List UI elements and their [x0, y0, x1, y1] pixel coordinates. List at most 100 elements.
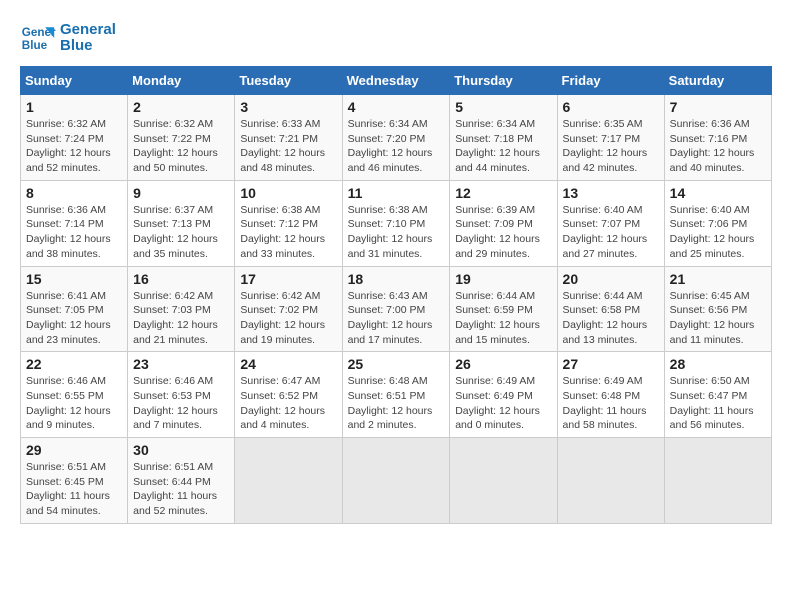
day-number: 10 — [240, 185, 336, 201]
day-of-week-header: Sunday — [21, 67, 128, 95]
day-number: 7 — [670, 99, 766, 115]
day-number: 25 — [348, 356, 445, 372]
logo: General Blue GeneralBlue — [20, 20, 116, 56]
day-number: 30 — [133, 442, 229, 458]
day-number: 12 — [455, 185, 551, 201]
calendar-day-cell: 16 Sunrise: 6:42 AM Sunset: 7:03 PM Dayli… — [128, 266, 235, 352]
day-number: 8 — [26, 185, 122, 201]
calendar-day-cell: 7 Sunrise: 6:36 AM Sunset: 7:16 PM Daylig… — [664, 95, 771, 181]
day-info: Sunrise: 6:36 AM Sunset: 7:16 PM Dayligh… — [670, 117, 766, 176]
day-info: Sunrise: 6:32 AM Sunset: 7:22 PM Dayligh… — [133, 117, 229, 176]
day-number: 9 — [133, 185, 229, 201]
calendar-day-cell: 15Sunrise: 6:41 AM Sunset: 7:05 PM Dayli… — [21, 266, 128, 352]
day-number: 3 — [240, 99, 336, 115]
day-info: Sunrise: 6:47 AM Sunset: 6:52 PM Dayligh… — [240, 374, 336, 433]
calendar-day-cell: 17Sunrise: 6:42 AM Sunset: 7:02 PM Dayli… — [235, 266, 342, 352]
day-number: 18 — [348, 271, 445, 287]
day-info: Sunrise: 6:39 AM Sunset: 7:09 PM Dayligh… — [455, 203, 551, 262]
day-number: 21 — [670, 271, 766, 287]
day-info: Sunrise: 6:42 AM Sunset: 7:02 PM Dayligh… — [240, 289, 336, 348]
day-info: Sunrise: 6:44 AM Sunset: 6:58 PM Dayligh… — [563, 289, 659, 348]
day-number: 20 — [563, 271, 659, 287]
day-of-week-header: Tuesday — [235, 67, 342, 95]
calendar-day-cell: 12 Sunrise: 6:39 AM Sunset: 7:09 PM Dayli… — [450, 180, 557, 266]
calendar-day-cell: 20 Sunrise: 6:44 AM Sunset: 6:58 PM Dayli… — [557, 266, 664, 352]
calendar-day-cell: 29Sunrise: 6:51 AM Sunset: 6:45 PM Dayli… — [21, 438, 128, 524]
calendar-day-cell: 6 Sunrise: 6:35 AM Sunset: 7:17 PM Daylig… — [557, 95, 664, 181]
calendar-day-cell: 19 Sunrise: 6:44 AM Sunset: 6:59 PM Dayli… — [450, 266, 557, 352]
day-info: Sunrise: 6:48 AM Sunset: 6:51 PM Dayligh… — [348, 374, 445, 433]
day-number: 22 — [26, 356, 122, 372]
calendar-week-row: 8Sunrise: 6:36 AM Sunset: 7:14 PM Daylig… — [21, 180, 772, 266]
calendar-week-row: 15Sunrise: 6:41 AM Sunset: 7:05 PM Dayli… — [21, 266, 772, 352]
day-info: Sunrise: 6:42 AM Sunset: 7:03 PM Dayligh… — [133, 289, 229, 348]
day-number: 26 — [455, 356, 551, 372]
calendar-day-cell: 27Sunrise: 6:49 AM Sunset: 6:48 PM Dayli… — [557, 352, 664, 438]
calendar-day-cell: 28 Sunrise: 6:50 AM Sunset: 6:47 PM Dayli… — [664, 352, 771, 438]
calendar-day-cell: 10 Sunrise: 6:38 AM Sunset: 7:12 PM Dayli… — [235, 180, 342, 266]
day-of-week-header: Monday — [128, 67, 235, 95]
day-info: Sunrise: 6:38 AM Sunset: 7:10 PM Dayligh… — [348, 203, 445, 262]
calendar-day-cell: 26 Sunrise: 6:49 AM Sunset: 6:49 PM Dayli… — [450, 352, 557, 438]
calendar-day-cell: 13 Sunrise: 6:40 AM Sunset: 7:07 PM Dayli… — [557, 180, 664, 266]
day-info: Sunrise: 6:32 AM Sunset: 7:24 PM Dayligh… — [26, 117, 122, 176]
day-info: Sunrise: 6:33 AM Sunset: 7:21 PM Dayligh… — [240, 117, 336, 176]
day-number: 27 — [563, 356, 659, 372]
day-number: 6 — [563, 99, 659, 115]
calendar-day-cell: 22Sunrise: 6:46 AM Sunset: 6:55 PM Dayli… — [21, 352, 128, 438]
day-of-week-header: Thursday — [450, 67, 557, 95]
day-info: Sunrise: 6:51 AM Sunset: 6:44 PM Dayligh… — [133, 460, 229, 519]
calendar-week-row: 22Sunrise: 6:46 AM Sunset: 6:55 PM Dayli… — [21, 352, 772, 438]
day-number: 2 — [133, 99, 229, 115]
day-info: Sunrise: 6:43 AM Sunset: 7:00 PM Dayligh… — [348, 289, 445, 348]
day-info: Sunrise: 6:45 AM Sunset: 6:56 PM Dayligh… — [670, 289, 766, 348]
day-info: Sunrise: 6:40 AM Sunset: 7:06 PM Dayligh… — [670, 203, 766, 262]
day-info: Sunrise: 6:34 AM Sunset: 7:20 PM Dayligh… — [348, 117, 445, 176]
calendar-day-cell: 3 Sunrise: 6:33 AM Sunset: 7:21 PM Daylig… — [235, 95, 342, 181]
calendar-day-cell: 5Sunrise: 6:34 AM Sunset: 7:18 PM Daylig… — [450, 95, 557, 181]
header-row: SundayMondayTuesdayWednesdayThursdayFrid… — [21, 67, 772, 95]
calendar-day-cell: 25 Sunrise: 6:48 AM Sunset: 6:51 PM Dayli… — [342, 352, 450, 438]
day-info: Sunrise: 6:35 AM Sunset: 7:17 PM Dayligh… — [563, 117, 659, 176]
day-number: 5 — [455, 99, 551, 115]
calendar-day-cell: 24 Sunrise: 6:47 AM Sunset: 6:52 PM Dayli… — [235, 352, 342, 438]
day-number: 24 — [240, 356, 336, 372]
calendar-table: SundayMondayTuesdayWednesdayThursdayFrid… — [20, 66, 772, 524]
day-of-week-header: Friday — [557, 67, 664, 95]
calendar-day-cell: 9Sunrise: 6:37 AM Sunset: 7:13 PM Daylig… — [128, 180, 235, 266]
day-info: Sunrise: 6:49 AM Sunset: 6:49 PM Dayligh… — [455, 374, 551, 433]
day-number: 13 — [563, 185, 659, 201]
day-info: Sunrise: 6:38 AM Sunset: 7:12 PM Dayligh… — [240, 203, 336, 262]
day-info: Sunrise: 6:50 AM Sunset: 6:47 PM Dayligh… — [670, 374, 766, 433]
day-of-week-header: Saturday — [664, 67, 771, 95]
day-info: Sunrise: 6:40 AM Sunset: 7:07 PM Dayligh… — [563, 203, 659, 262]
svg-text:Blue: Blue — [22, 39, 48, 52]
calendar-day-cell: 1 Sunrise: 6:32 AM Sunset: 7:24 PM Daylig… — [21, 95, 128, 181]
calendar-day-cell: 8Sunrise: 6:36 AM Sunset: 7:14 PM Daylig… — [21, 180, 128, 266]
day-number: 23 — [133, 356, 229, 372]
calendar-day-cell: 2 Sunrise: 6:32 AM Sunset: 7:22 PM Daylig… — [128, 95, 235, 181]
calendar-day-cell: 14 Sunrise: 6:40 AM Sunset: 7:06 PM Dayli… — [664, 180, 771, 266]
calendar-day-cell — [557, 438, 664, 524]
day-number: 14 — [670, 185, 766, 201]
day-of-week-header: Wednesday — [342, 67, 450, 95]
day-number: 15 — [26, 271, 122, 287]
calendar-week-row: 29Sunrise: 6:51 AM Sunset: 6:45 PM Dayli… — [21, 438, 772, 524]
calendar-day-cell — [450, 438, 557, 524]
calendar-day-cell — [342, 438, 450, 524]
day-info: Sunrise: 6:46 AM Sunset: 6:53 PM Dayligh… — [133, 374, 229, 433]
calendar-day-cell: 4Sunrise: 6:34 AM Sunset: 7:20 PM Daylig… — [342, 95, 450, 181]
calendar-day-cell: 18 Sunrise: 6:43 AM Sunset: 7:00 PM Dayli… — [342, 266, 450, 352]
day-info: Sunrise: 6:44 AM Sunset: 6:59 PM Dayligh… — [455, 289, 551, 348]
calendar-day-cell: 11Sunrise: 6:38 AM Sunset: 7:10 PM Dayli… — [342, 180, 450, 266]
day-number: 1 — [26, 99, 122, 115]
day-number: 29 — [26, 442, 122, 458]
calendar-day-cell: 30 Sunrise: 6:51 AM Sunset: 6:44 PM Dayli… — [128, 438, 235, 524]
day-number: 19 — [455, 271, 551, 287]
day-number: 16 — [133, 271, 229, 287]
calendar-day-cell: 23 Sunrise: 6:46 AM Sunset: 6:53 PM Dayli… — [128, 352, 235, 438]
calendar-day-cell: 21 Sunrise: 6:45 AM Sunset: 6:56 PM Dayli… — [664, 266, 771, 352]
calendar-week-row: 1 Sunrise: 6:32 AM Sunset: 7:24 PM Daylig… — [21, 95, 772, 181]
calendar-day-cell — [664, 438, 771, 524]
day-number: 28 — [670, 356, 766, 372]
